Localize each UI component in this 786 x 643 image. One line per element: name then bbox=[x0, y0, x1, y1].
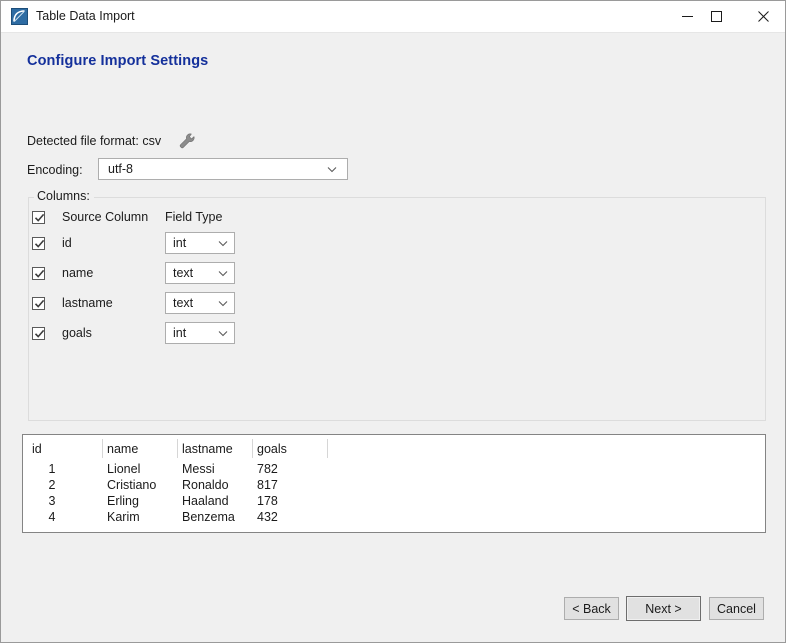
data-preview-table[interactable]: id name lastname goals 1 Lionel Messi 78… bbox=[22, 434, 766, 533]
table-row[interactable]: 1 Lionel Messi 782 bbox=[23, 461, 765, 477]
column-row: name text bbox=[32, 262, 235, 284]
column-checkbox-name[interactable] bbox=[32, 267, 45, 280]
field-type-value-lastname: text bbox=[173, 296, 216, 310]
header-cell-lastname: lastname bbox=[182, 441, 233, 457]
detected-file-format-label: Detected file format: csv bbox=[27, 134, 161, 148]
checkmark-icon bbox=[32, 296, 47, 311]
column-checkbox-goals[interactable] bbox=[32, 327, 45, 340]
chevron-down-icon bbox=[325, 158, 339, 180]
chevron-down-icon bbox=[216, 292, 230, 314]
column-name-goals: goals bbox=[62, 326, 165, 340]
field-type-select-lastname[interactable]: text bbox=[165, 292, 235, 314]
field-type-value-name: text bbox=[173, 266, 216, 280]
minimize-icon bbox=[682, 11, 693, 22]
cell-lastname: Messi bbox=[182, 461, 215, 477]
column-row: lastname text bbox=[32, 292, 235, 314]
field-type-select-id[interactable]: int bbox=[165, 232, 235, 254]
cell-goals: 178 bbox=[257, 493, 278, 509]
workbench-icon bbox=[11, 8, 28, 25]
next-button[interactable]: Next > bbox=[626, 596, 701, 621]
checkmark-icon bbox=[32, 326, 47, 341]
table-row[interactable]: 3 Erling Haaland 178 bbox=[23, 493, 765, 509]
cell-lastname: Benzema bbox=[182, 509, 235, 525]
maximize-button[interactable] bbox=[693, 1, 739, 31]
wrench-icon[interactable] bbox=[177, 131, 197, 151]
source-column-header: Source Column bbox=[62, 210, 165, 224]
detected-file-format-row: Detected file format: csv bbox=[27, 131, 197, 151]
cell-lastname: Haaland bbox=[182, 493, 229, 509]
table-header-row: id name lastname goals bbox=[23, 441, 765, 457]
field-type-select-goals[interactable]: int bbox=[165, 322, 235, 344]
cell-id: 3 bbox=[32, 493, 72, 509]
checkmark-icon bbox=[32, 236, 47, 251]
column-name-name: name bbox=[62, 266, 165, 280]
cell-name: Lionel bbox=[107, 461, 140, 477]
cell-goals: 782 bbox=[257, 461, 278, 477]
chevron-down-icon bbox=[216, 262, 230, 284]
field-type-header: Field Type bbox=[165, 210, 222, 224]
columns-header-row: Source Column Field Type bbox=[32, 206, 222, 228]
column-row: id int bbox=[32, 232, 235, 254]
back-button[interactable]: < Back bbox=[564, 597, 619, 620]
cell-id: 1 bbox=[32, 461, 72, 477]
field-type-value-id: int bbox=[173, 236, 216, 250]
encoding-select[interactable]: utf-8 bbox=[98, 158, 348, 180]
cell-lastname: Ronaldo bbox=[182, 477, 229, 493]
header-cell-id: id bbox=[32, 441, 42, 457]
select-all-columns-checkbox[interactable] bbox=[32, 211, 45, 224]
cell-goals: 432 bbox=[257, 509, 278, 525]
table-row[interactable]: 4 Karim Benzema 432 bbox=[23, 509, 765, 525]
encoding-value: utf-8 bbox=[108, 162, 325, 176]
window-title: Table Data Import bbox=[36, 8, 135, 25]
columns-group-label: Columns: bbox=[34, 189, 94, 203]
page-title: Configure Import Settings bbox=[27, 53, 208, 69]
column-checkbox-lastname[interactable] bbox=[32, 297, 45, 310]
checkmark-icon bbox=[32, 266, 47, 281]
field-type-value-goals: int bbox=[173, 326, 216, 340]
cell-name: Erling bbox=[107, 493, 139, 509]
header-cell-name: name bbox=[107, 441, 138, 457]
table-row[interactable]: 2 Cristiano Ronaldo 817 bbox=[23, 477, 765, 493]
cell-id: 2 bbox=[32, 477, 72, 493]
maximize-icon bbox=[711, 11, 722, 22]
close-icon bbox=[758, 11, 769, 22]
chevron-down-icon bbox=[216, 322, 230, 344]
column-row: goals int bbox=[32, 322, 235, 344]
column-name-lastname: lastname bbox=[62, 296, 165, 310]
cell-name: Karim bbox=[107, 509, 140, 525]
header-cell-goals: goals bbox=[257, 441, 287, 457]
field-type-select-name[interactable]: text bbox=[165, 262, 235, 284]
cancel-button[interactable]: Cancel bbox=[709, 597, 764, 620]
column-name-id: id bbox=[62, 236, 165, 250]
checkmark-icon bbox=[32, 210, 47, 225]
table-data-import-window: Table Data Import Configure Import Setti… bbox=[0, 0, 786, 643]
title-bar: Table Data Import bbox=[1, 1, 786, 33]
cell-goals: 817 bbox=[257, 477, 278, 493]
cell-name: Cristiano bbox=[107, 477, 156, 493]
cell-id: 4 bbox=[32, 509, 72, 525]
close-button[interactable] bbox=[740, 1, 786, 31]
chevron-down-icon bbox=[216, 232, 230, 254]
encoding-label: Encoding: bbox=[27, 163, 83, 177]
column-checkbox-id[interactable] bbox=[32, 237, 45, 250]
